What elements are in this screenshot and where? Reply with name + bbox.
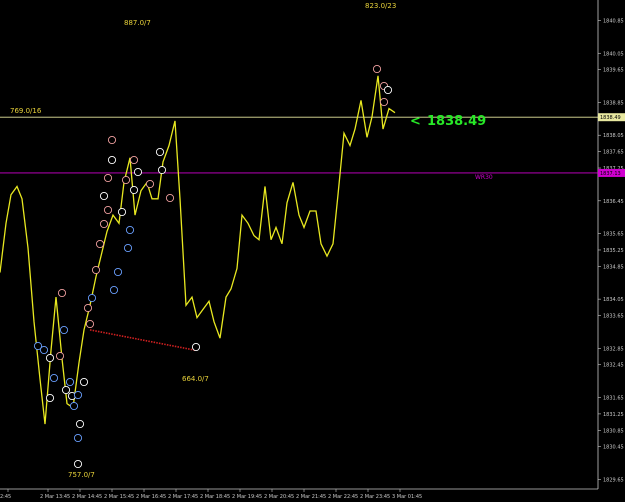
annotation-label: 823.0/23 xyxy=(365,2,396,10)
price-tick-label: 1830.45 xyxy=(603,445,624,451)
signal-marker xyxy=(372,64,382,74)
time-tick-label: 2 Mar 18:45 xyxy=(200,494,230,500)
signal-marker xyxy=(129,155,139,165)
signal-marker xyxy=(125,225,135,235)
signal-marker xyxy=(73,390,83,400)
price-tick-label: 1832.85 xyxy=(603,346,624,352)
price-tick-label: 1835.25 xyxy=(603,248,624,254)
time-tick-label: 2 Mar 16:45 xyxy=(136,494,166,500)
signal-marker xyxy=(95,239,105,249)
time-tick-label: 2 Mar 15:45 xyxy=(104,494,134,500)
price-tick-label: 1836.45 xyxy=(603,199,624,205)
signal-marker xyxy=(73,459,83,469)
time-axis: 2:45 2 Mar 13:45 2 Mar 14:45 2 Mar 15:45 2 M… xyxy=(0,489,422,500)
signal-marker xyxy=(61,385,71,395)
price-axis: 1840.85 1840.05 1839.65 1838.85 1838.05 1837.… xyxy=(0,0,624,490)
annotation-label: 887.0/7 xyxy=(124,19,151,27)
signal-marker xyxy=(75,419,85,429)
signal-marker xyxy=(85,319,95,329)
annotations: 823.0/23 887.0/7 769.0/16 664.0/7 757.0/7 < 18… xyxy=(10,2,486,479)
signal-marker xyxy=(49,373,59,383)
time-tick-label: 2 Mar 17:45 xyxy=(168,494,198,500)
horizontal-lines: 1838.49 1837.13 WR30 xyxy=(0,113,625,181)
signal-marker xyxy=(145,179,155,189)
signal-marker xyxy=(39,345,49,355)
price-tick-label: 1833.65 xyxy=(603,314,624,320)
price-tick-label: 1831.65 xyxy=(603,396,624,402)
price-tick-label: 1837.65 xyxy=(603,150,624,156)
signal-marker xyxy=(165,193,175,203)
price-tick-label: 1830.85 xyxy=(603,428,624,434)
signal-marker xyxy=(155,147,165,157)
signal-marker xyxy=(121,175,131,185)
signal-marker xyxy=(117,207,127,217)
price-tick-label: 1838.05 xyxy=(603,133,624,139)
price-tick-label: 1829.65 xyxy=(603,477,624,483)
chart-canvas: 1840.85 1840.05 1839.65 1838.85 1838.05 1837.… xyxy=(0,0,625,500)
signal-marker xyxy=(103,173,113,183)
signal-markers xyxy=(33,64,393,469)
signal-marker xyxy=(113,267,123,277)
price-box-label: 1838.49 xyxy=(600,115,621,121)
signal-marker xyxy=(73,433,83,443)
time-tick-label: 2 Mar 13:45 xyxy=(40,494,70,500)
price-tick-label: 1839.65 xyxy=(603,68,624,74)
signal-marker xyxy=(191,342,201,352)
annotation-label: 769.0/16 xyxy=(10,107,42,115)
price-tick-label: 1840.85 xyxy=(603,18,624,24)
price-tick-label: 1834.85 xyxy=(603,264,624,270)
signal-marker xyxy=(123,243,133,253)
time-tick-label: 3 Mar 01:45 xyxy=(392,494,422,500)
signal-marker xyxy=(69,401,79,411)
signal-marker xyxy=(379,97,389,107)
signal-marker xyxy=(91,265,101,275)
signal-marker xyxy=(59,325,69,335)
time-tick-label: 2 Mar 21:45 xyxy=(296,494,326,500)
signal-marker xyxy=(79,377,89,387)
signal-marker xyxy=(57,288,67,298)
series-group xyxy=(0,75,396,425)
signal-marker xyxy=(99,191,109,201)
dotted-trend-line xyxy=(89,329,197,352)
signal-marker xyxy=(83,303,93,313)
price-tick-label: 1834.05 xyxy=(603,297,624,303)
price-tick-label: 1840.05 xyxy=(603,51,624,57)
annotation-label: 664.0/7 xyxy=(182,375,209,383)
level-label: WR30 xyxy=(475,174,493,181)
signal-marker xyxy=(99,219,109,229)
signal-marker xyxy=(383,85,393,95)
price-box-label: 1837.13 xyxy=(600,171,621,177)
signal-marker xyxy=(87,293,97,303)
signal-marker xyxy=(45,353,55,363)
time-tick-label: 2 Mar 14:45 xyxy=(72,494,102,500)
signal-marker xyxy=(107,155,117,165)
price-series-line xyxy=(0,75,396,425)
signal-marker xyxy=(45,393,55,403)
signal-marker xyxy=(129,185,139,195)
time-tick-label: 2 Mar 22:45 xyxy=(328,494,358,500)
signal-marker xyxy=(55,351,65,361)
signal-marker xyxy=(157,165,167,175)
signal-marker xyxy=(107,135,117,145)
price-tick-label: 1831.25 xyxy=(603,412,624,418)
time-tick-label: 2 Mar 19:45 xyxy=(232,494,262,500)
annotation-label: 757.0/7 xyxy=(68,471,95,479)
signal-marker xyxy=(65,377,75,387)
signal-marker xyxy=(133,167,143,177)
price-tick-label: 1838.85 xyxy=(603,100,624,106)
trend-line-group xyxy=(89,329,197,352)
signal-marker xyxy=(109,285,119,295)
price-tick-label: 1835.65 xyxy=(603,232,624,238)
price-chart: 1840.85 1840.05 1839.65 1838.85 1838.05 1837.… xyxy=(0,0,625,502)
time-tick-label: 2:45 xyxy=(0,494,11,500)
signal-marker xyxy=(103,205,113,215)
price-tick-label: 1832.45 xyxy=(603,363,624,369)
current-price-label: 1838.49 xyxy=(427,114,486,129)
price-arrow: < xyxy=(410,114,421,129)
time-tick-label: 2 Mar 23:45 xyxy=(360,494,390,500)
time-tick-label: 2 Mar 20:45 xyxy=(264,494,294,500)
